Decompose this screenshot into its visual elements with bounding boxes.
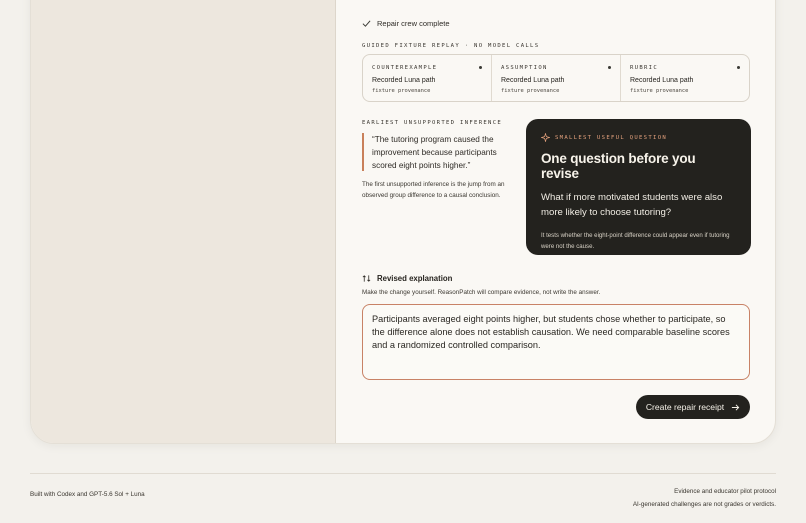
replay-cell-rubric[interactable]: RUBRIC Recorded Luna path fixture proven… <box>621 55 749 101</box>
replay-cell-counterexample[interactable]: COUNTEREXAMPLE Recorded Luna path fixtur… <box>363 55 492 101</box>
sparkle-icon <box>541 133 550 142</box>
inference-description: The first unsupported inference is the j… <box>362 181 505 199</box>
footer-disclaimer: AI-generated challenges are not grades o… <box>632 501 776 508</box>
replay-cell-title: COUNTEREXAMPLE <box>372 65 438 71</box>
status-dot-icon <box>737 66 740 69</box>
footer-credits: Built with Codex and GPT-5.6 Sol + Luna <box>30 491 145 498</box>
replay-cell-provenance: fixture provenance <box>372 88 431 94</box>
question-card-explanation: It tests whether the eight-point differe… <box>541 232 730 250</box>
question-card-question: What if more motivated students were als… <box>541 192 723 218</box>
earliest-inference-label: EARLIEST UNSUPPORTED INFERENCE <box>362 120 503 126</box>
revise-swap-icon <box>362 275 371 282</box>
replay-cell-title: RUBRIC <box>630 65 659 71</box>
main-card: Repair crew complete GUIDED FIXTURE REPL… <box>30 0 776 444</box>
create-repair-receipt-label: Create repair receipt <box>645 402 725 412</box>
question-card-eyebrow-text: SMALLEST USEFUL QUESTION <box>555 134 668 141</box>
replay-cell-assumption[interactable]: ASSUMPTION Recorded Luna path fixture pr… <box>492 55 621 101</box>
status-dot-icon <box>479 66 482 69</box>
replay-cell-path: Recorded Luna path <box>501 77 565 84</box>
question-card-eyebrow: SMALLEST USEFUL QUESTION <box>541 133 736 142</box>
replay-cell-provenance: fixture provenance <box>630 88 689 94</box>
replay-cell-provenance: fixture provenance <box>501 88 560 94</box>
revised-explanation-input[interactable]: Participants averaged eight points highe… <box>362 304 750 380</box>
replay-cell-path: Recorded Luna path <box>372 77 436 84</box>
footer-notes: Evidence and educator pilot protocol AI-… <box>633 485 776 511</box>
footer-protocol-link[interactable]: Evidence and educator pilot protocol <box>633 485 776 498</box>
revised-explanation-subtext: Make the change yourself. ReasonPatch wi… <box>362 289 601 296</box>
right-panel: Repair crew complete GUIDED FIXTURE REPL… <box>336 0 775 443</box>
revised-explanation-title: Revised explanation <box>377 274 453 283</box>
replay-label: GUIDED FIXTURE REPLAY · NO MODEL CALLS <box>362 43 540 49</box>
inference-quote: “The tutoring program caused the improve… <box>362 133 512 171</box>
create-repair-receipt-button[interactable]: Create repair receipt <box>636 395 750 419</box>
repair-crew-status: Repair crew complete <box>362 19 450 28</box>
question-card-title: One question before you revise <box>541 151 696 181</box>
replay-cell-title: ASSUMPTION <box>501 65 548 71</box>
question-card: SMALLEST USEFUL QUESTION One question be… <box>526 119 751 255</box>
arrow-right-icon <box>732 403 740 411</box>
repair-crew-text: Repair crew complete <box>377 19 450 28</box>
revised-explanation-heading: Revised explanation <box>362 274 452 283</box>
left-panel <box>31 0 336 443</box>
replay-summary: COUNTEREXAMPLE Recorded Luna path fixtur… <box>362 54 750 102</box>
check-icon <box>362 20 371 27</box>
footer-divider <box>30 473 776 474</box>
status-dot-icon <box>608 66 611 69</box>
replay-cell-path: Recorded Luna path <box>630 77 694 84</box>
